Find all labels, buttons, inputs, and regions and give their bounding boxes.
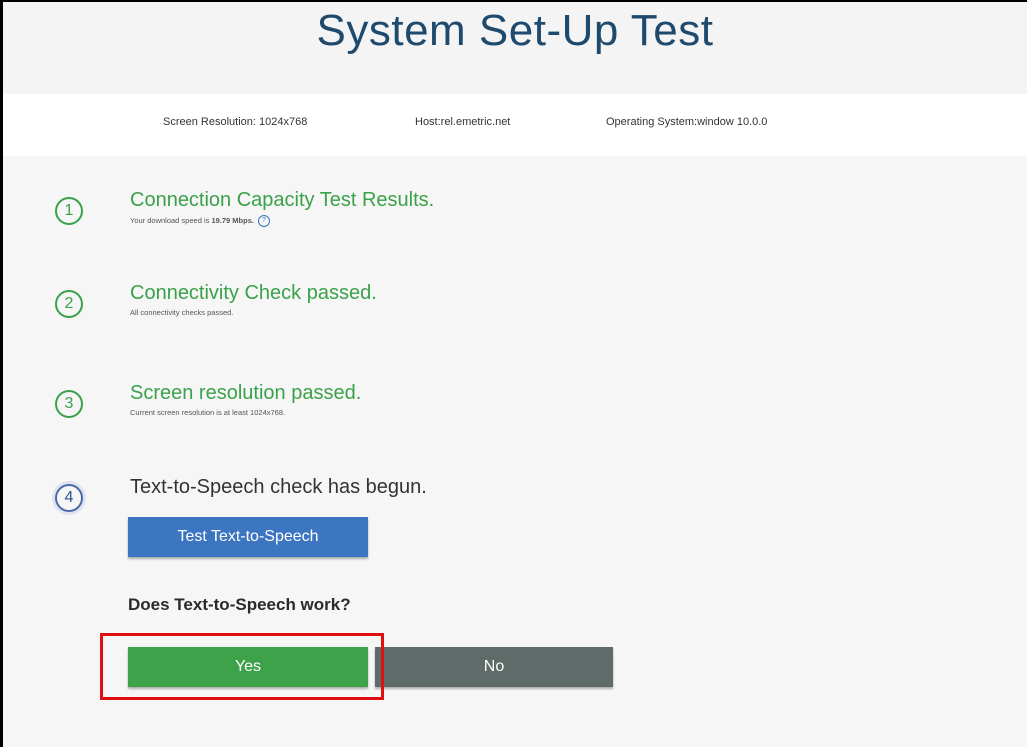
step-subtitle-3: Current screen resolution is at least 10… xyxy=(130,408,286,417)
step-number-1: 1 xyxy=(55,197,83,225)
system-info-bar: Screen Resolution: 1024x768 Host:rel.eme… xyxy=(3,94,1027,156)
page-title: System Set-Up Test xyxy=(316,6,714,55)
screen-resolution-info: Screen Resolution: 1024x768 xyxy=(163,116,308,128)
highlight-box xyxy=(100,633,384,700)
app-frame: System Set-Up Test Screen Resolution: 10… xyxy=(0,0,1027,747)
download-speed-value: 19.79 Mbps. xyxy=(211,215,254,225)
step-number-3: 3 xyxy=(55,390,83,418)
step-title-1: Connection Capacity Test Results. xyxy=(130,189,435,211)
step-number-4: 4 xyxy=(55,484,83,512)
step-title-3: Screen resolution passed. xyxy=(130,382,362,404)
operating-system-info: Operating System:window 10.0.0 xyxy=(606,116,768,128)
step-number-2: 2 xyxy=(55,290,83,318)
help-icon[interactable]: ? xyxy=(257,215,270,227)
host-info: Host:rel.emetric.net xyxy=(415,116,511,128)
step-title-2: Connectivity Check passed. xyxy=(130,282,377,304)
step-subtitle-1: Your download speed is 19.79 Mbps.? xyxy=(130,215,270,227)
step-title-4: Text-to-Speech check has begun. xyxy=(130,476,427,498)
step-subtitle-2: All connectivity checks passed. xyxy=(130,308,234,317)
download-speed-label: Your download speed is xyxy=(130,215,212,225)
test-text-to-speech-button[interactable]: Test Text-to-Speech xyxy=(128,517,368,557)
tts-question: Does Text-to-Speech work? xyxy=(128,595,351,614)
title-bar: System Set-Up Test xyxy=(3,2,1027,94)
no-button[interactable]: No xyxy=(375,647,613,687)
